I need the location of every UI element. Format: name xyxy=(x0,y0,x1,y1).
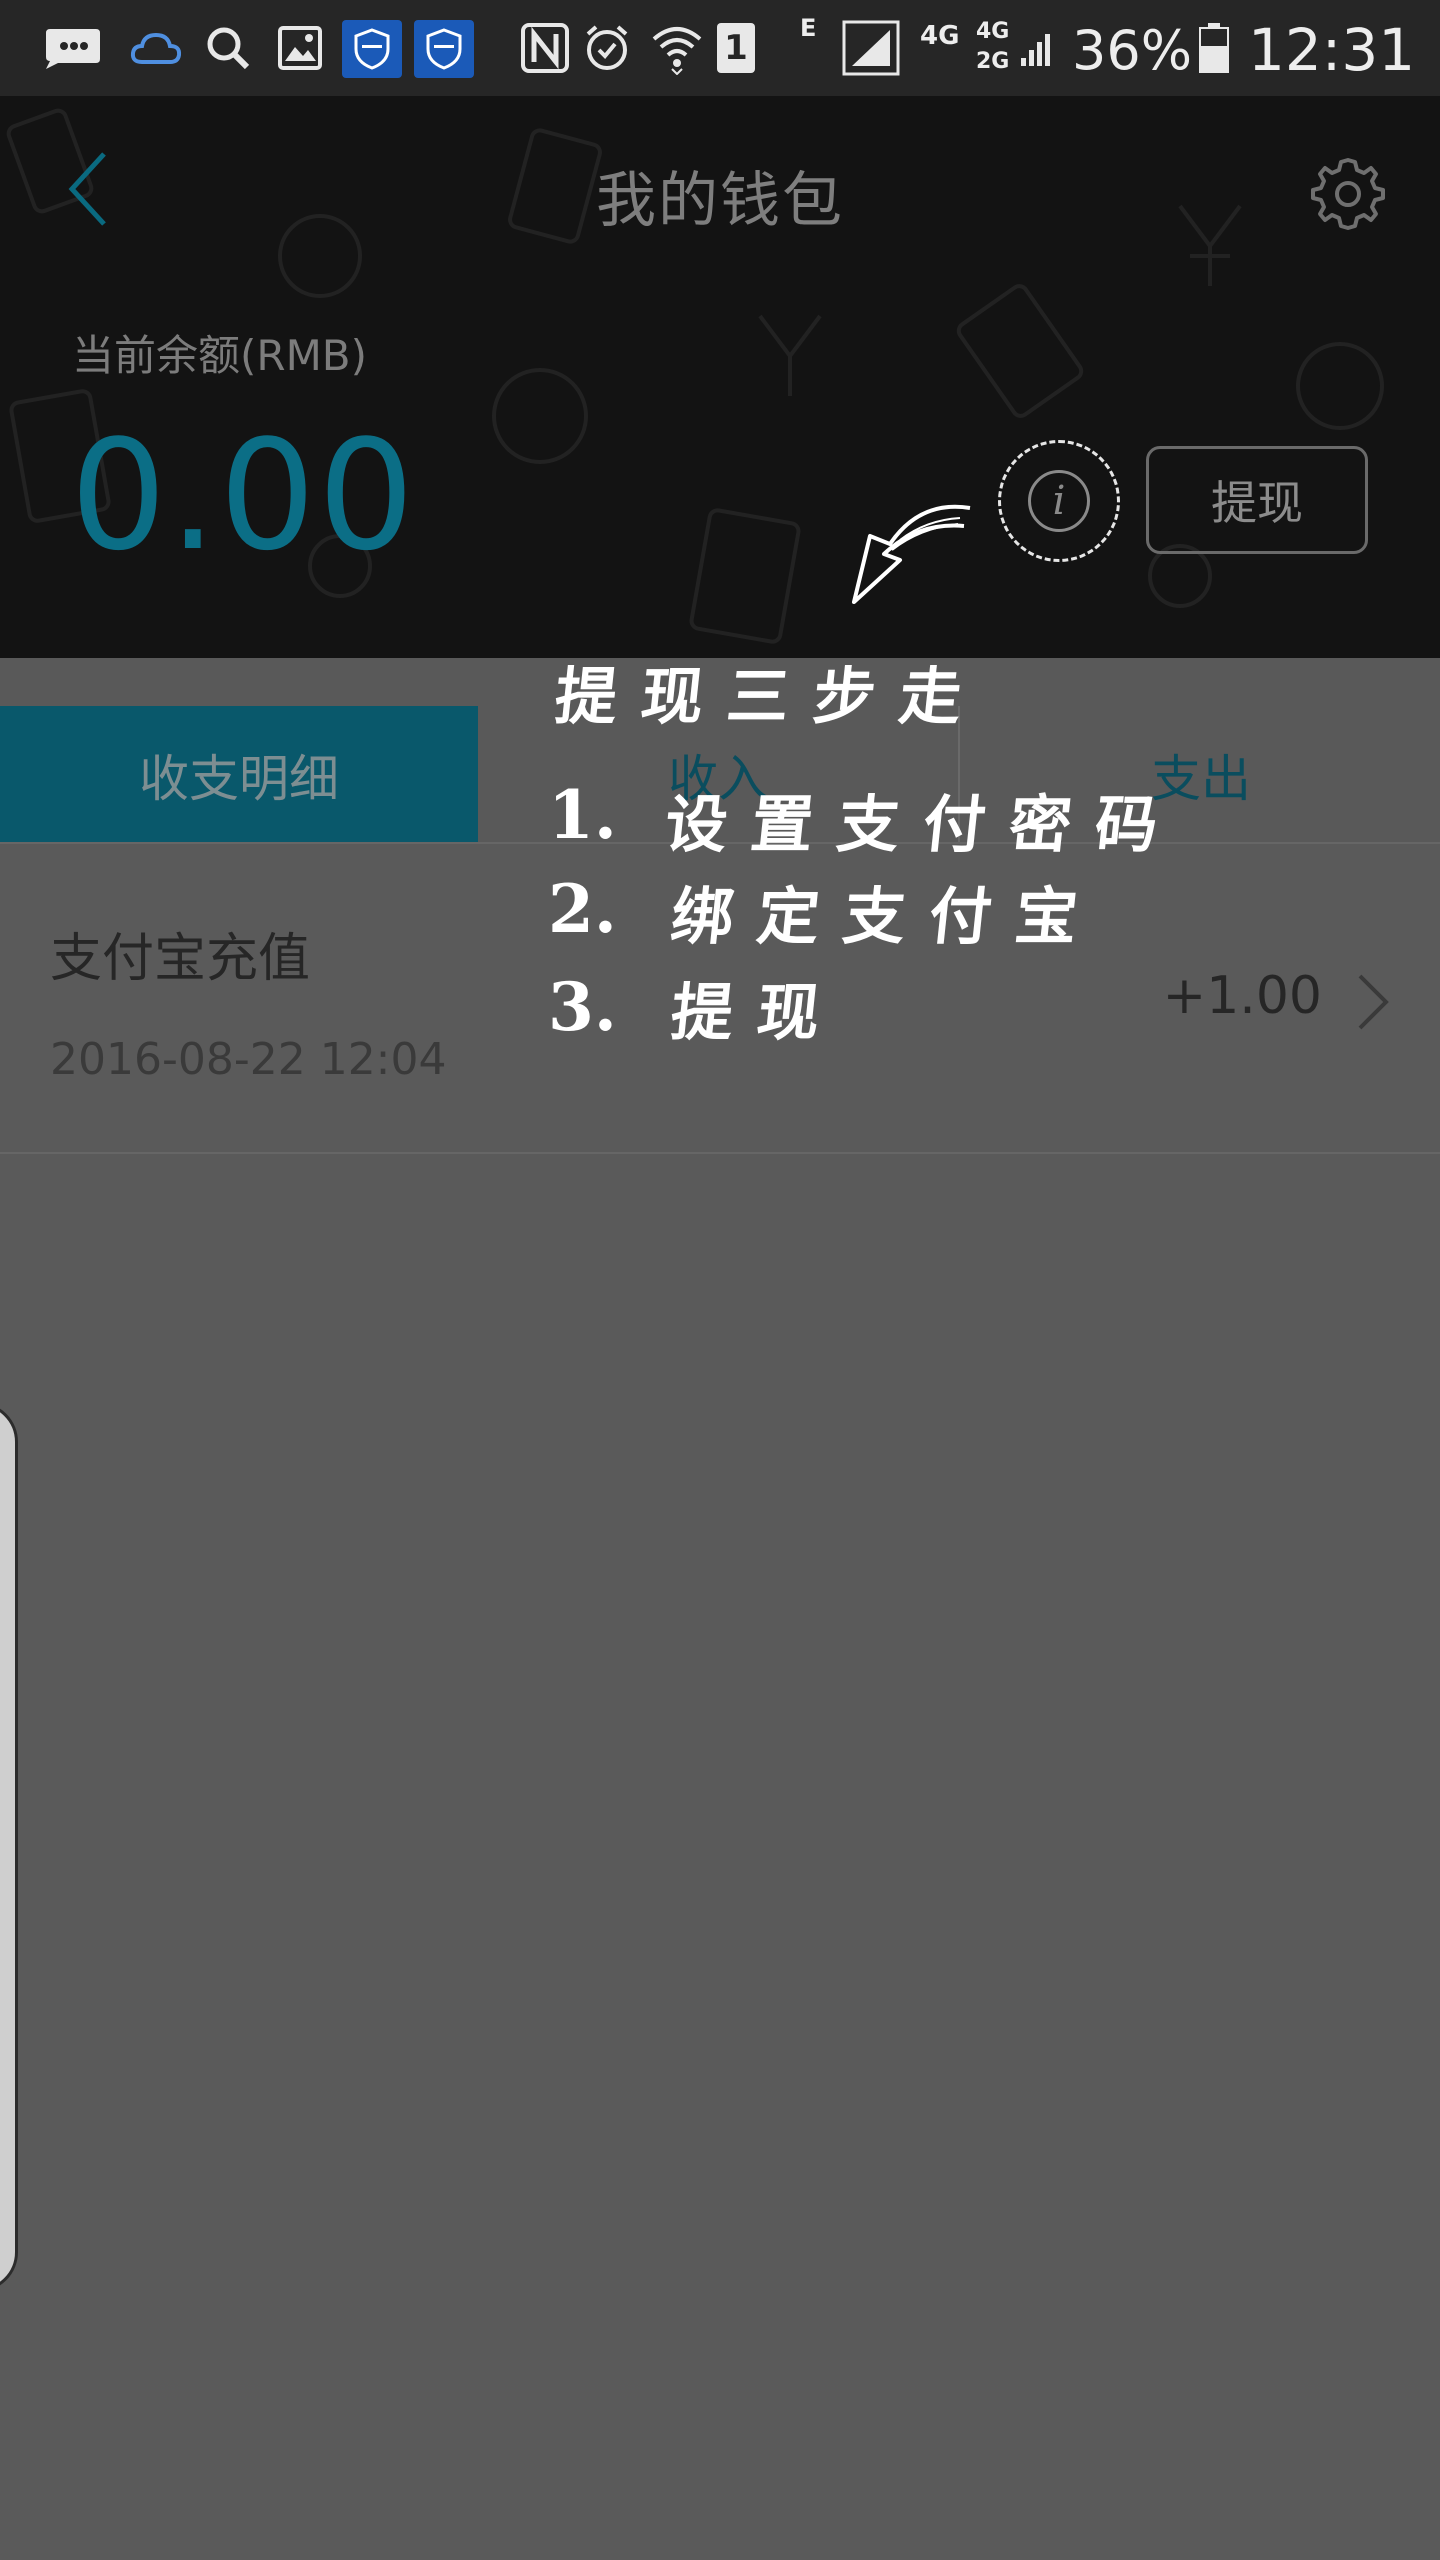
clock: 12:31 xyxy=(1248,16,1416,84)
alarm-icon xyxy=(580,18,634,78)
shield-app-icon xyxy=(414,20,474,78)
tab-income[interactable]: 收入 xyxy=(478,706,958,844)
status-bar: 1 E 4G 4G 2G 36% 12:31 xyxy=(0,0,1440,96)
message-icon xyxy=(40,18,104,78)
search-icon xyxy=(202,18,254,78)
balance-label: 当前余额(RMB) xyxy=(72,331,368,380)
chevron-right-icon xyxy=(1352,970,1392,1034)
gear-icon xyxy=(1311,158,1385,230)
transaction-date: 2016-08-22 12:04 xyxy=(50,1034,447,1085)
network-edge-label: E xyxy=(800,14,817,42)
battery-icon xyxy=(1196,18,1232,78)
network-4g-label: 4G xyxy=(920,21,960,51)
network-4g-top-label: 4G xyxy=(976,18,1010,44)
info-icon: i xyxy=(1028,470,1090,532)
transaction-name: 支付宝充值 xyxy=(50,929,311,989)
signal-icon xyxy=(840,18,902,78)
sim-icon: 1 xyxy=(714,18,758,78)
nfc-icon xyxy=(518,18,572,78)
battery-percent: 36% xyxy=(1072,18,1193,82)
settings-button[interactable] xyxy=(1308,154,1388,234)
image-icon xyxy=(274,18,326,78)
signal-icon xyxy=(1018,18,1054,78)
network-2g-label: 2G xyxy=(976,48,1010,74)
shield-app-icon xyxy=(342,20,402,78)
wallet-header: 我的钱包 当前余额(RMB) 0.00 i 提现 xyxy=(0,96,1440,658)
edge-panel-handle[interactable] xyxy=(0,1402,18,2292)
balance-value: 0.00 xyxy=(70,407,417,584)
page-title: 我的钱包 xyxy=(596,166,844,236)
sim-slot-label: 1 xyxy=(717,23,755,73)
transaction-amount: +1.00 xyxy=(1162,966,1322,1026)
tab-transactions[interactable]: 收支明细 xyxy=(0,706,478,844)
withdraw-button[interactable]: 提现 xyxy=(1146,446,1368,554)
tab-bar: 收支明细 收入 支出 xyxy=(0,658,1440,844)
wifi-icon xyxy=(648,18,706,78)
cloud-icon xyxy=(126,18,186,78)
tab-expense[interactable]: 支出 xyxy=(958,706,1440,844)
info-button[interactable]: i xyxy=(998,440,1120,562)
table-row[interactable]: 支付宝充值 2016-08-22 12:04 +1.00 xyxy=(0,844,1440,1154)
